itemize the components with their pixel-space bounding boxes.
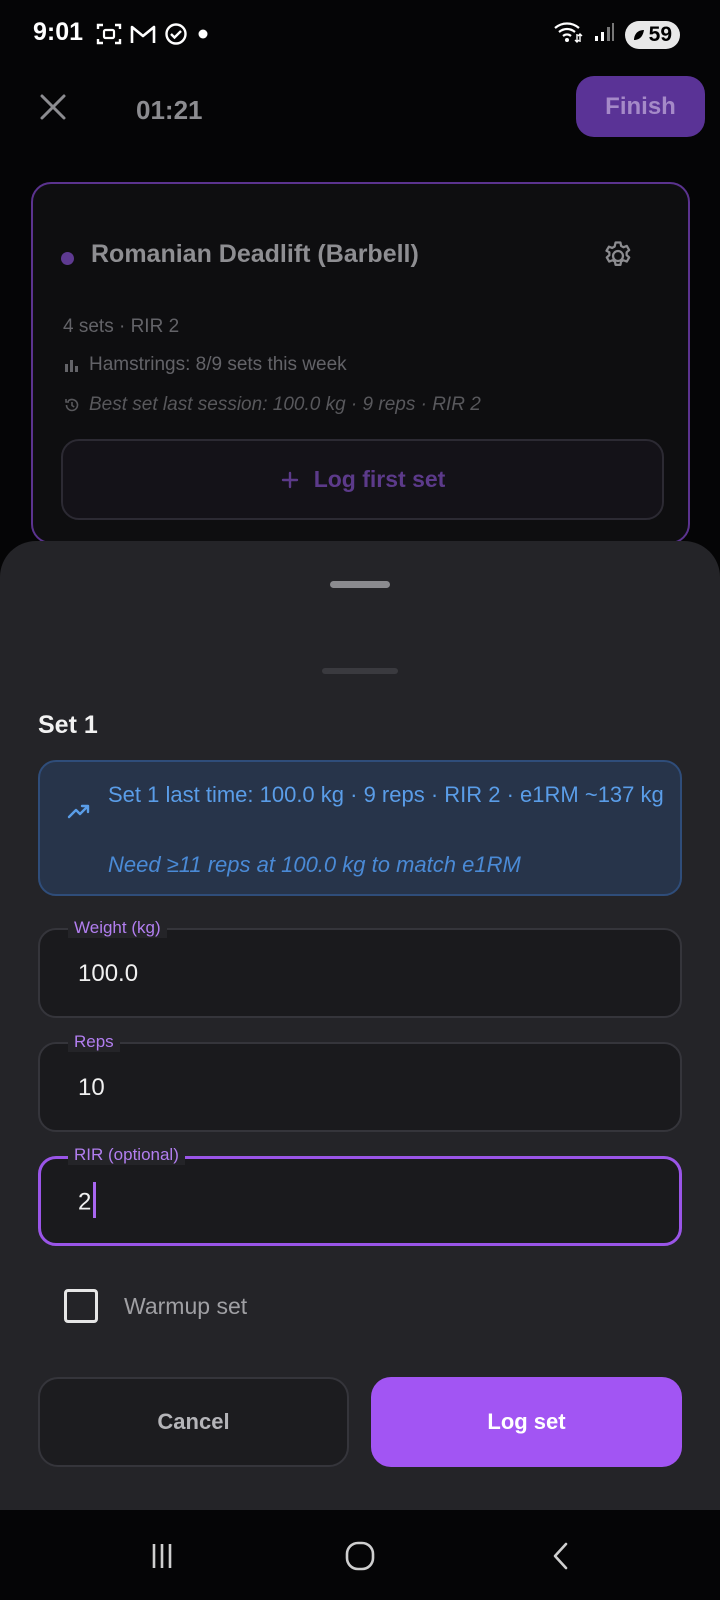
text-caret	[93, 1182, 97, 1218]
back-icon	[553, 1542, 568, 1570]
reps-label: Reps	[68, 1032, 120, 1052]
workout-timer: 01:21	[136, 95, 203, 125]
back-button[interactable]	[540, 1534, 584, 1578]
finish-button[interactable]: Finish	[576, 76, 705, 137]
system-nav-bar	[0, 1510, 720, 1600]
status-time: 9:01	[33, 18, 84, 46]
log-set-button[interactable]: Log set	[371, 1377, 682, 1467]
battery-level: 59	[648, 22, 672, 46]
gear-icon	[605, 241, 631, 267]
sets-info-text: 4 sets · RIR 2	[63, 316, 180, 337]
weight-input[interactable]: 100.0	[78, 960, 138, 988]
rir-input[interactable]: 2	[78, 1182, 97, 1218]
dot-icon	[196, 27, 210, 46]
log-set-sheet: Set 1 Set 1 last time: 100.0 kg · 9 reps…	[0, 541, 720, 1510]
cancel-button[interactable]: Cancel	[38, 1377, 349, 1467]
screen: 9:01 59 01:21 Finish Romanian Deadlift (…	[0, 0, 720, 1600]
weight-field[interactable]: Weight (kg) 100.0	[38, 918, 682, 1018]
exercise-card: Romanian Deadlift (Barbell) 4 sets · RIR…	[31, 182, 690, 544]
last-time-info-box: Set 1 last time: 100.0 kg · 9 reps · RIR…	[38, 760, 682, 896]
log-first-set-label: Log first set	[313, 466, 446, 492]
warmup-label: Warmup set	[124, 1292, 248, 1319]
warmup-toggle[interactable]: Warmup set	[64, 1289, 247, 1323]
history-icon	[65, 398, 79, 412]
rir-field[interactable]: RIR (optional) 2	[38, 1145, 682, 1246]
reps-field[interactable]: Reps 10	[38, 1032, 682, 1132]
target-reps-text: Need ≥11 reps at 100.0 kg to match e1RM	[108, 852, 521, 877]
best-set-text: Best set last session: 100.0 kg · 9 reps…	[89, 394, 481, 415]
sheet-inner-handle	[322, 668, 398, 674]
gmail-icon	[130, 23, 156, 50]
rir-value: 2	[78, 1188, 92, 1216]
exercise-settings-button[interactable]	[601, 239, 635, 273]
home-icon	[345, 1541, 375, 1571]
wifi-icon	[553, 20, 583, 49]
trending-up-icon	[67, 804, 90, 819]
bar-chart-icon	[65, 360, 78, 372]
close-button[interactable]	[36, 90, 70, 124]
status-bar: 9:01 59	[0, 0, 720, 70]
recent-apps-icon	[152, 1544, 172, 1568]
screenshot-icon	[96, 22, 122, 51]
home-button[interactable]	[338, 1534, 382, 1578]
close-icon	[40, 94, 66, 120]
plus-icon	[281, 471, 298, 488]
set-title: Set 1	[38, 711, 98, 739]
log-first-set-button[interactable]: Log first set	[61, 439, 664, 520]
muscle-volume-info: Hamstrings: 8/9 sets this week	[63, 354, 347, 376]
warmup-checkbox[interactable]	[64, 1289, 98, 1323]
exercise-sets-info: 4 sets · RIR 2	[63, 316, 179, 338]
weight-label: Weight (kg)	[68, 918, 167, 938]
last-time-text: Set 1 last time: 100.0 kg · 9 reps · RIR…	[108, 782, 664, 807]
system-icons: 59	[553, 20, 680, 49]
sheet-drag-handle[interactable]	[330, 581, 390, 588]
battery-icon: 59	[624, 20, 680, 49]
rir-label: RIR (optional)	[68, 1145, 185, 1165]
exercise-status-dot	[61, 252, 74, 265]
muscle-volume-text: Hamstrings: 8/9 sets this week	[89, 354, 347, 375]
notification-icons	[96, 22, 210, 51]
best-set-info: Best set last session: 100.0 kg · 9 reps…	[63, 394, 481, 416]
signal-icon	[593, 21, 615, 48]
reps-input[interactable]: 10	[78, 1074, 105, 1102]
check-circle-icon	[164, 22, 188, 51]
exercise-title: Romanian Deadlift (Barbell)	[91, 240, 419, 268]
recent-apps-button[interactable]	[140, 1534, 184, 1578]
workout-top-bar: 01:21 Finish	[0, 70, 720, 150]
